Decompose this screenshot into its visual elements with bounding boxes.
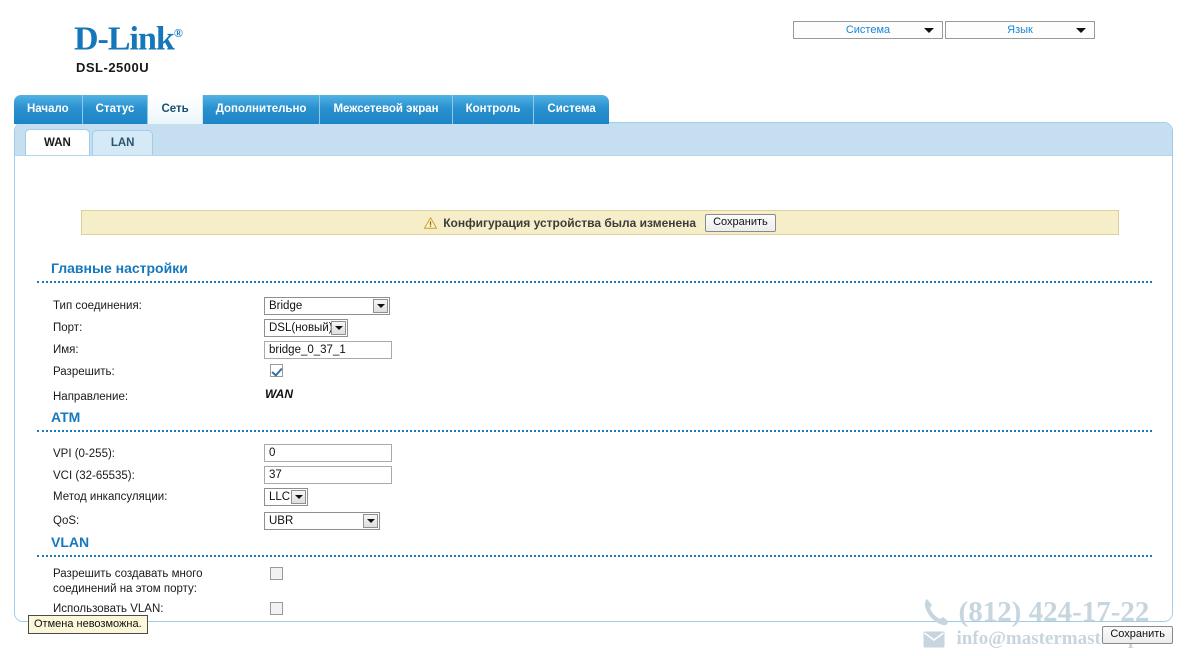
connection-type-label: Тип соединения: [53,300,142,312]
panel-header-strip: WAN LAN [15,123,1172,156]
chevron-down-icon[interactable] [363,514,378,528]
language-menu-select[interactable]: Язык [945,21,1095,39]
enable-checkbox[interactable] [270,364,283,377]
main-navigation-tabs: Начало Статус Сеть Дополнительно Межсете… [14,93,609,124]
tab-kontrol[interactable]: Контроль [452,95,535,124]
dlink-logo: D-Link® [74,16,274,56]
encapsulation-value: LLC [269,491,291,503]
chevron-down-icon[interactable] [291,490,306,504]
status-tooltip: Отмена невозможна. [28,615,148,634]
chevron-down-icon[interactable] [373,299,388,313]
vpi-input[interactable]: 0 [264,444,392,462]
qos-value: UBR [269,515,294,527]
subtab-lan[interactable]: LAN [91,130,154,155]
vci-input[interactable]: 37 [264,466,392,484]
language-menu-label: Язык [1007,24,1033,36]
system-menu-label: Система [845,24,891,36]
envelope-icon [923,631,945,647]
device-model-label: DSL-2500U [76,60,150,76]
encapsulation-select[interactable]: LLC [264,488,308,506]
tab-dopolnitelno[interactable]: Дополнительно [202,95,321,124]
panel-body: Конфигурация устройства была изменена Со… [15,156,1172,621]
tab-set[interactable]: Сеть [148,95,203,124]
sub-navigation-tabs: WAN LAN [25,129,155,155]
section-divider-atm [37,430,1152,432]
multi-connections-checkbox[interactable] [270,567,283,580]
direction-label: Направление: [53,391,129,403]
page-header: D-Link® DSL-2500U Система Язык [0,0,1187,88]
tab-mezhsetevoy-ekran[interactable]: Межсетевой экран [320,95,453,124]
chevron-down-icon [1076,28,1086,33]
top-right-selectors: Система Язык [793,21,1095,39]
chevron-down-icon [924,28,934,33]
dlink-logo-text: D-Link [74,20,175,58]
qos-select[interactable]: UBR [264,512,380,530]
section-divider-vlan [37,555,1152,557]
name-label: Имя: [53,344,79,356]
section-title-vlan: VLAN [51,534,90,550]
notice-text: Конфигурация устройства была изменена [443,215,697,230]
system-menu-select[interactable]: Система [793,21,943,39]
use-vlan-checkbox[interactable] [270,602,283,615]
notice-save-button[interactable]: Сохранить [705,213,776,232]
direction-value: WAN [265,387,293,401]
connection-type-select[interactable]: Bridge [264,297,390,315]
encapsulation-label: Метод инкапсуляции: [53,491,168,503]
tab-nachalo[interactable]: Начало [14,95,83,124]
section-title-atm: ATM [51,409,81,425]
content-panel: WAN LAN Конфигурация устройства была изм… [14,122,1173,622]
chevron-down-icon[interactable] [331,321,346,335]
port-select[interactable]: DSL(новый) [264,319,348,337]
section-divider-main [37,281,1152,283]
tab-sistema[interactable]: Система [534,95,609,124]
name-input[interactable]: bridge_0_37_1 [264,341,392,359]
vci-label: VCI (32-65535): [53,470,135,482]
connection-type-value: Bridge [269,300,303,312]
warning-icon [424,216,438,229]
subtab-wan[interactable]: WAN [25,129,90,155]
section-title-main-settings: Главные настройки [51,260,188,276]
tab-status[interactable]: Статус [82,95,149,124]
enable-label: Разрешить: [53,366,115,378]
multi-connections-label: Разрешить создавать много соединений на … [53,568,203,595]
vpi-label: VPI (0-255): [53,448,115,460]
brand-logo-block: D-Link® DSL-2500U [74,16,274,76]
config-changed-notice: Конфигурация устройства была изменена Со… [81,210,1119,235]
registered-trademark-icon: ® [173,26,183,40]
port-value: DSL(новый) [269,322,333,334]
port-label: Порт: [53,322,83,334]
save-button[interactable]: Сохранить [1102,626,1173,644]
qos-label: QoS: [53,515,80,527]
